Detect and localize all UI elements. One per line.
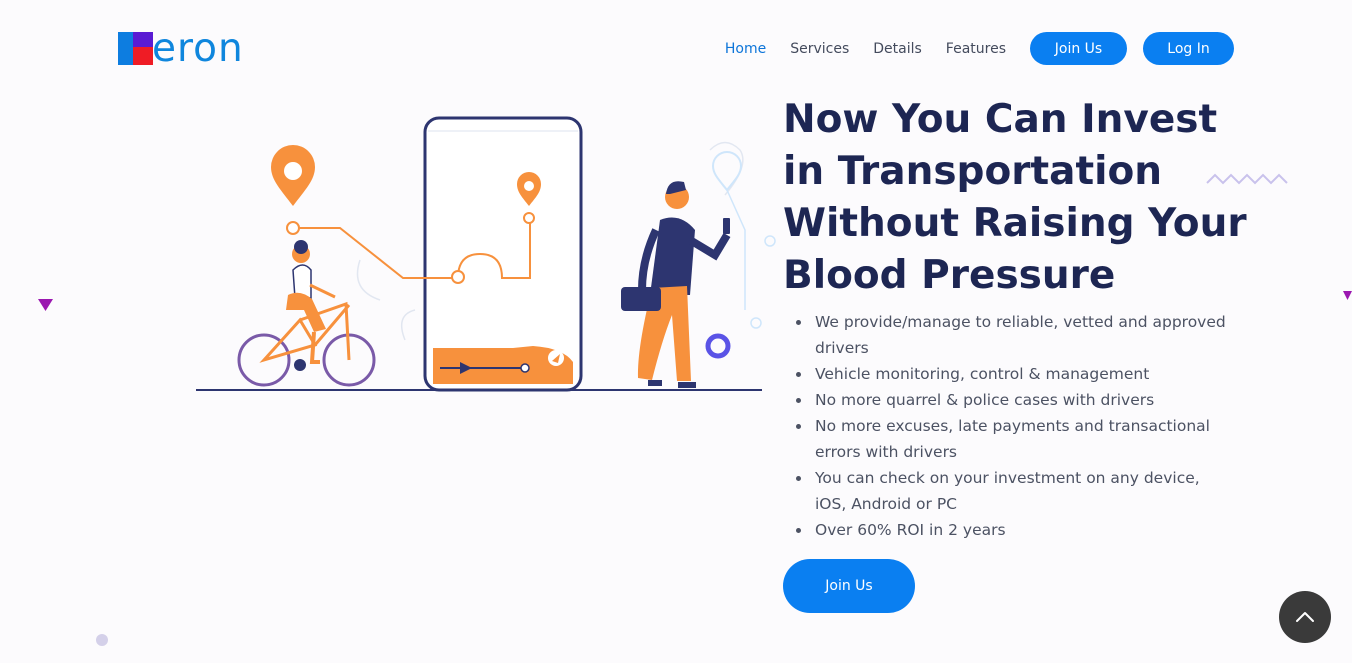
main-nav: Home Services Details Features Join Us L… xyxy=(725,32,1234,65)
logo-text: eron xyxy=(152,25,244,71)
nav-services[interactable]: Services xyxy=(790,41,849,57)
logo-mark xyxy=(118,31,153,65)
nav-home[interactable]: Home xyxy=(725,41,766,57)
triangle-decoration-right xyxy=(1343,291,1352,300)
feature-item: We provide/manage to reliable, vetted an… xyxy=(783,309,1233,361)
cyclist-figure xyxy=(237,240,376,387)
feature-item: Over 60% ROI in 2 years xyxy=(783,517,1233,543)
hero-title: Now You Can Invest in Transportation Wit… xyxy=(783,97,1247,298)
feature-item: You can check on your investment on any … xyxy=(783,465,1233,517)
map-pin-icon xyxy=(271,145,315,206)
join-us-button[interactable]: Join Us xyxy=(1030,32,1127,65)
hero-illustration xyxy=(196,116,776,392)
nav-details[interactable]: Details xyxy=(873,41,922,57)
ring-decoration xyxy=(705,333,731,359)
log-in-button[interactable]: Log In xyxy=(1143,32,1234,65)
logo[interactable]: eron xyxy=(118,25,244,71)
nav-features[interactable]: Features xyxy=(946,41,1006,57)
feature-item: No more quarrel & police cases with driv… xyxy=(783,387,1233,413)
hero-join-us-button[interactable]: Join Us xyxy=(783,559,915,613)
chevron-up-icon xyxy=(1296,612,1314,622)
back-to-top-button[interactable] xyxy=(1279,591,1331,643)
feature-item: No more excuses, late payments and trans… xyxy=(783,413,1233,465)
feature-list: We provide/manage to reliable, vetted an… xyxy=(783,309,1233,543)
feature-item: Vehicle monitoring, control & management xyxy=(783,361,1233,387)
dot-decoration xyxy=(96,634,108,646)
triangle-decoration-left xyxy=(38,299,53,311)
